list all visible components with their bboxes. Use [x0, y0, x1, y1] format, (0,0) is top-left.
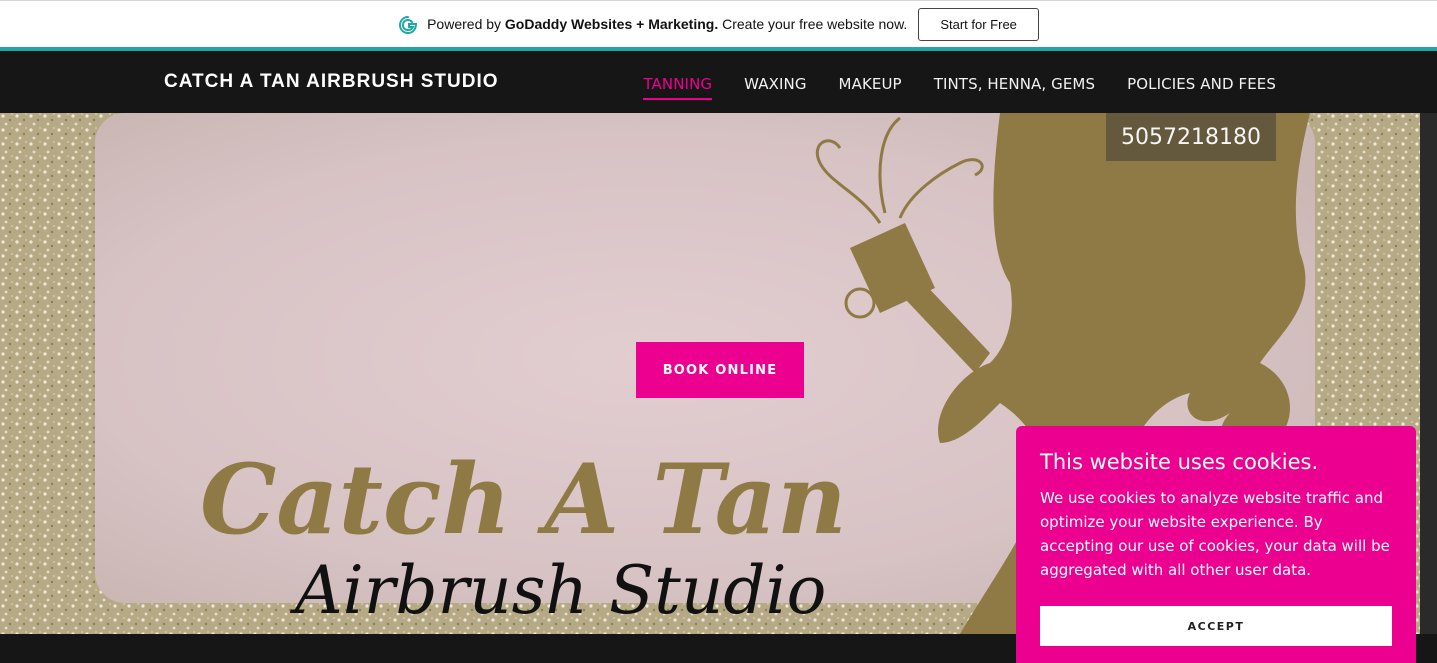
promo-prefix: Powered by [427, 16, 505, 32]
site-title[interactable]: CATCH A TAN AIRBRUSH STUDIO [164, 71, 499, 93]
nav-item-makeup[interactable]: MAKEUP [839, 75, 902, 100]
site-header: CATCH A TAN AIRBRUSH STUDIO TANNING WAXI… [0, 51, 1437, 113]
promo-suffix: Create your free website now. [718, 16, 908, 32]
cookie-body: We use cookies to analyze website traffi… [1040, 489, 1390, 579]
nav-item-tints-henna-gems[interactable]: TINTS, HENNA, GEMS [934, 75, 1095, 100]
promo-brand: GoDaddy Websites + Marketing. [504, 16, 719, 32]
nav-item-waxing[interactable]: WAXING [744, 75, 806, 100]
promo-text: Powered by GoDaddy Websites + Marketing.… [427, 16, 907, 32]
start-for-free-button[interactable]: Start for Free [918, 7, 1039, 41]
cookie-title: This website uses cookies. [1040, 450, 1319, 474]
cookie-banner: This website uses cookies. We use cookie… [1016, 426, 1416, 663]
nav-item-tanning[interactable]: TANNING [643, 75, 713, 100]
godaddy-promo-bar: Powered by GoDaddy Websites + Marketing.… [0, 0, 1437, 47]
phone-number[interactable]: 5057218180 [1106, 113, 1276, 161]
logo-line-2: Airbrush Studio [289, 552, 826, 629]
book-online-button[interactable]: BOOK ONLINE [636, 342, 804, 398]
accept-cookies-button[interactable]: ACCEPT [1040, 606, 1392, 646]
logo-line-1: Catch A Tan [200, 443, 847, 556]
nav-item-policies-and-fees[interactable]: POLICIES AND FEES [1127, 75, 1276, 100]
godaddy-logo-icon [399, 16, 418, 35]
main-nav: TANNING WAXING MAKEUP TINTS, HENNA, GEMS… [643, 75, 1276, 100]
